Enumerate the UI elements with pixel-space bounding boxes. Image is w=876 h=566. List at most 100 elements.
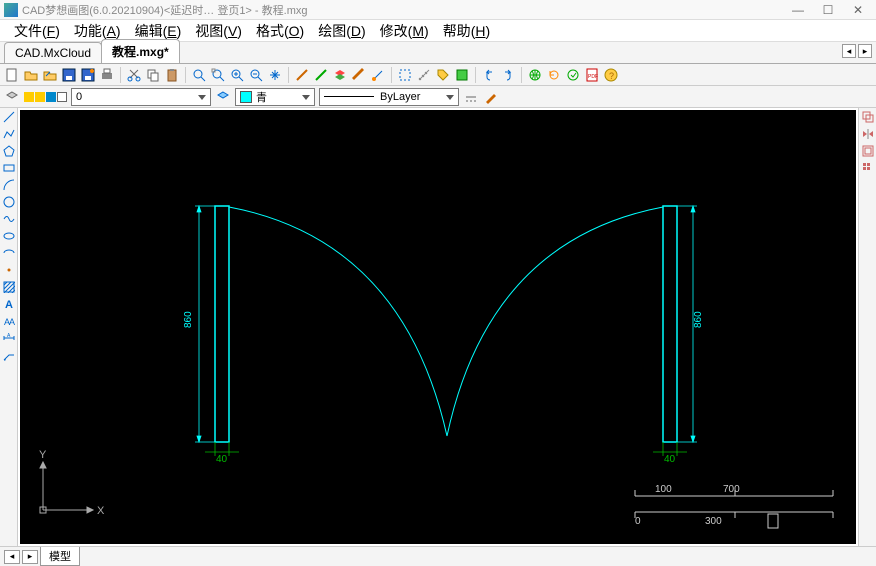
matchprop-icon[interactable] [483, 89, 499, 105]
menu-modify[interactable]: 修改(M) [374, 19, 435, 43]
line-icon[interactable] [2, 110, 16, 124]
sync-icon[interactable] [565, 67, 581, 83]
line-sample [324, 96, 374, 97]
save-icon[interactable] [61, 67, 77, 83]
rectangle-icon[interactable] [2, 161, 16, 175]
copy-obj-icon[interactable] [861, 110, 875, 124]
menu-file[interactable]: 文件(F) [8, 19, 66, 43]
select-icon[interactable] [397, 67, 413, 83]
minimize-button[interactable]: — [784, 2, 812, 18]
modify-toolbar [858, 108, 876, 546]
undo-icon[interactable] [481, 67, 497, 83]
main-area: A AA A 860 [0, 108, 876, 546]
layers-icon[interactable] [332, 67, 348, 83]
refresh-icon[interactable] [546, 67, 562, 83]
cut-icon[interactable] [126, 67, 142, 83]
drawing-canvas[interactable]: 860 860 40 [20, 110, 856, 544]
dim-left-width: 40 [216, 454, 228, 465]
menu-help[interactable]: 帮助(H) [437, 19, 496, 43]
document-tabbar: CAD.MxCloud 教程.mxg* ◂ ▸ [0, 42, 876, 64]
dimension-icon[interactable]: A [2, 331, 16, 345]
arc-icon[interactable] [2, 178, 16, 192]
dim-right-width: 40 [664, 454, 676, 465]
menu-format[interactable]: 格式(O) [250, 19, 310, 43]
menu-view[interactable]: 视图(V) [189, 19, 248, 43]
close-button[interactable]: ✕ [844, 2, 872, 18]
copy-icon[interactable] [145, 67, 161, 83]
color-combo[interactable]: 青 [235, 88, 315, 106]
tab-tutorial[interactable]: 教程.mxg* [101, 39, 180, 63]
layout-next-button[interactable]: ▸ [22, 550, 38, 564]
draw1-icon[interactable] [294, 67, 310, 83]
saveas-icon[interactable] [80, 67, 96, 83]
layout-tab-model[interactable]: 模型 [40, 547, 80, 566]
menu-draw[interactable]: 绘图(D) [312, 19, 371, 43]
layout-prev-button[interactable]: ◂ [4, 550, 20, 564]
pan-icon[interactable] [267, 67, 283, 83]
properties-toolbar: 0 青 ByLayer [0, 86, 876, 108]
ruler-0: 0 [635, 516, 641, 527]
tab-prev-button[interactable]: ◂ [842, 44, 856, 58]
point-icon[interactable] [2, 263, 16, 277]
zoom-window-icon[interactable] [191, 67, 207, 83]
axis-x-label: X [97, 505, 105, 517]
open-icon[interactable] [23, 67, 39, 83]
export-pdf-icon[interactable]: PDF [584, 67, 600, 83]
color-swatch [240, 91, 252, 103]
print-icon[interactable] [99, 67, 115, 83]
measure-icon[interactable] [416, 67, 432, 83]
spline-icon[interactable] [2, 212, 16, 226]
paste-icon[interactable] [164, 67, 180, 83]
text-icon[interactable]: A [2, 297, 16, 311]
maximize-button[interactable]: ☐ [814, 2, 842, 18]
color-swatch-icon [57, 92, 67, 102]
draw2-icon[interactable] [313, 67, 329, 83]
ellipse-arc-icon[interactable] [2, 246, 16, 260]
lightbulb-icon [24, 92, 34, 102]
leader-icon[interactable] [2, 348, 16, 362]
ellipse-icon[interactable] [2, 229, 16, 243]
linetype-settings-icon[interactable] [463, 89, 479, 105]
linetype-combo[interactable]: ByLayer [319, 88, 459, 106]
brush-icon[interactable] [351, 67, 367, 83]
block-icon[interactable] [454, 67, 470, 83]
app-icon [4, 3, 18, 17]
canvas-wrap: 860 860 40 [18, 108, 858, 546]
globe-icon[interactable] [527, 67, 543, 83]
zoom-out-icon[interactable] [248, 67, 264, 83]
zoom-extents-icon[interactable] [210, 67, 226, 83]
axis-y-label: Y [39, 449, 47, 461]
svg-text:A: A [5, 299, 13, 310]
help-icon[interactable]: ? [603, 67, 619, 83]
polyline-icon[interactable] [2, 127, 16, 141]
tab-cloud[interactable]: CAD.MxCloud [4, 42, 102, 63]
style-icon[interactable] [370, 67, 386, 83]
svg-text:PDF: PDF [588, 74, 598, 80]
lock-icon [46, 92, 56, 102]
new-icon[interactable] [4, 67, 20, 83]
svg-text:?: ? [609, 71, 614, 81]
mtext-icon[interactable]: AA [2, 314, 16, 328]
titlebar: CAD梦想画图(6.0.20210904)<延迟时… 登页1> - 教程.mxg… [0, 0, 876, 20]
circle-icon[interactable] [2, 195, 16, 209]
open2-icon[interactable] [42, 67, 58, 83]
layer-combo[interactable]: 0 [71, 88, 211, 106]
layer-state-icons [24, 92, 67, 102]
layout-tabbar: ◂ ▸ 模型 [0, 546, 876, 566]
offset-icon[interactable] [861, 144, 875, 158]
mirror-icon[interactable] [861, 127, 875, 141]
svg-text:A: A [9, 317, 15, 327]
zoom-in-icon[interactable] [229, 67, 245, 83]
ruler-300: 300 [705, 516, 722, 527]
dim-left-height: 860 [183, 311, 194, 328]
redo-icon[interactable] [500, 67, 516, 83]
layer-manager-icon[interactable] [4, 89, 20, 105]
array-icon[interactable] [861, 161, 875, 175]
ruler-700: 700 [723, 484, 740, 495]
hatch-icon[interactable] [2, 280, 16, 294]
layer-prev-icon[interactable] [215, 89, 231, 105]
polygon-icon[interactable] [2, 144, 16, 158]
titlebar-text: CAD梦想画图(6.0.20210904)<延迟时… 登页1> - 教程.mxg [22, 2, 784, 18]
tab-next-button[interactable]: ▸ [858, 44, 872, 58]
tag-icon[interactable] [435, 67, 451, 83]
